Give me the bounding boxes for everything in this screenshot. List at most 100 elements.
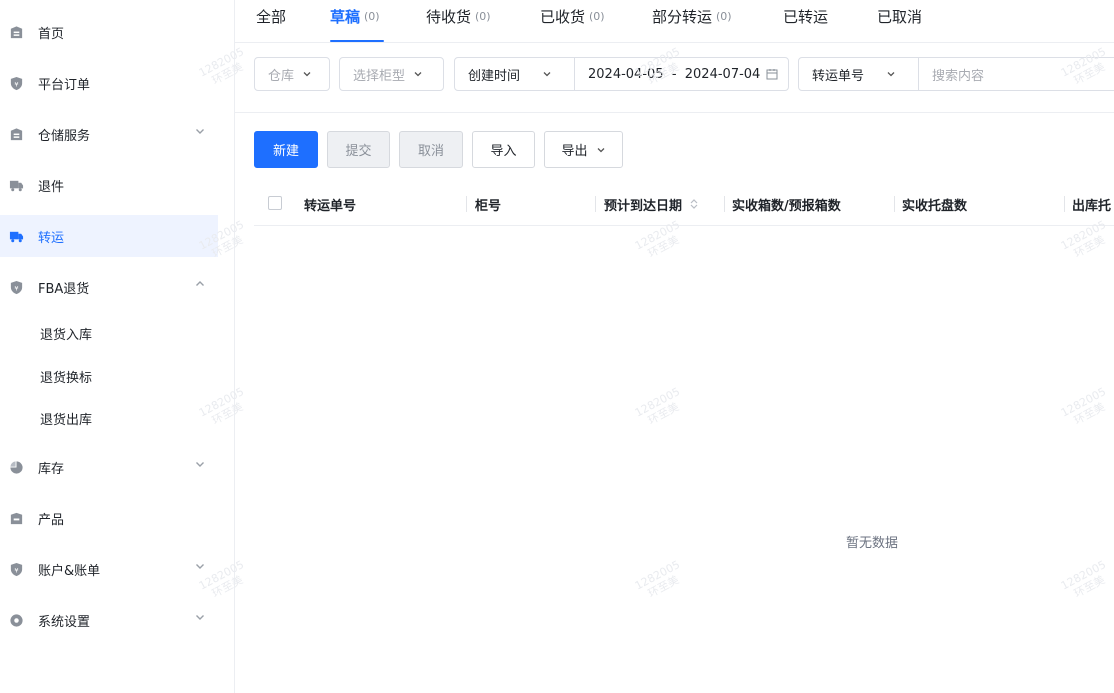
- column-header-box-count[interactable]: 实收箱数/预报箱数: [732, 183, 841, 225]
- calendar-icon: [766, 68, 778, 80]
- search-input[interactable]: 搜索内容: [919, 58, 984, 90]
- tab-label: 草稿: [330, 8, 361, 26]
- search-filter-group: 转运单号 搜索内容: [798, 57, 1114, 91]
- export-button[interactable]: 导出: [544, 131, 623, 168]
- sidebar-item-label: 转运: [38, 230, 65, 246]
- box-icon: [8, 510, 24, 526]
- tab-partially-transferred[interactable]: 部分转运 (0): [652, 0, 732, 42]
- date-filter-group: 创建时间 2024-04-05 - 2024-07-04: [454, 57, 789, 91]
- sidebar-item-warehouse-service[interactable]: 仓储服务: [0, 113, 218, 155]
- column-header-pallet-count[interactable]: 实收托盘数: [902, 183, 967, 225]
- column-header-cabinet-no[interactable]: 柜号: [475, 183, 501, 225]
- empty-state-text: 暂无数据: [846, 536, 899, 551]
- sidebar-item-label: FBA退货: [38, 281, 90, 297]
- sidebar-subitem-return-outbound[interactable]: 退货出库: [40, 401, 210, 435]
- sidebar-item-label: 账户&账单: [38, 563, 101, 579]
- svg-text:¥: ¥: [14, 566, 18, 574]
- tab-transferred[interactable]: 已转运: [783, 0, 828, 42]
- date-type-value: 创建时间: [468, 68, 521, 84]
- shield-icon: ¥: [8, 279, 24, 295]
- import-button[interactable]: 导入: [472, 131, 535, 168]
- tab-label: 待收货: [426, 8, 472, 26]
- sidebar: 首页 ¥ 平台订单 仓储服务 退件 转运 ¥ FBA退货 退货入库 退货换标 退…: [0, 0, 235, 693]
- tab-draft[interactable]: 草稿 (0): [330, 0, 380, 42]
- sort-icon[interactable]: [690, 198, 698, 210]
- column-header-label: 预计到达日期: [604, 198, 683, 214]
- column-divider: [1064, 196, 1065, 212]
- sidebar-item-label: 首页: [38, 26, 65, 42]
- column-header-outbound-pallet[interactable]: 出库托: [1072, 183, 1111, 225]
- column-divider: [724, 196, 725, 212]
- chevron-down-icon: [194, 125, 208, 139]
- sidebar-subitem-return-relabel[interactable]: 退货换标: [40, 359, 210, 393]
- export-button-label: 导出: [561, 144, 588, 159]
- home-icon: [8, 24, 24, 40]
- column-header-transfer-no[interactable]: 转运单号: [304, 183, 356, 225]
- date-range-value: 2024-04-05 - 2024-07-04: [588, 66, 761, 82]
- truck-icon: [8, 177, 24, 193]
- tab-label: 已取消: [877, 8, 923, 26]
- sidebar-item-inventory[interactable]: 库存: [0, 446, 218, 488]
- chevron-up-icon: [194, 278, 208, 292]
- sidebar-item-label: 系统设置: [38, 614, 91, 630]
- status-tabs: 全部 草稿 (0) 待收货 (0) 已收货 (0) 部分转运 (0) 已转运 已…: [235, 0, 1114, 43]
- search-type-value: 转运单号: [812, 68, 865, 84]
- tab-count: (0): [716, 10, 732, 23]
- settings-icon: [8, 612, 24, 628]
- cabinet-type-placeholder: 选择柜型: [353, 68, 406, 84]
- column-divider: [595, 196, 596, 212]
- chevron-down-icon: [886, 69, 896, 79]
- search-type-select[interactable]: 转运单号: [799, 58, 919, 90]
- sidebar-item-fba-returns[interactable]: ¥ FBA退货: [0, 266, 218, 308]
- tab-cancelled[interactable]: 已取消: [877, 0, 922, 42]
- sidebar-item-account-billing[interactable]: ¥ 账户&账单: [0, 548, 218, 590]
- sidebar-item-label: 退件: [38, 179, 65, 195]
- column-header-eta[interactable]: 预计到达日期: [604, 183, 698, 225]
- sidebar-item-home[interactable]: 首页: [0, 11, 218, 53]
- warehouse-select[interactable]: 仓库: [254, 57, 330, 91]
- tab-count: (0): [364, 10, 380, 23]
- tab-label: 已转运: [783, 8, 829, 26]
- sidebar-subitem-return-inbound[interactable]: 退货入库: [40, 316, 210, 350]
- sidebar-item-returns[interactable]: 退件: [0, 164, 218, 206]
- tab-all[interactable]: 全部: [256, 0, 286, 42]
- home-icon: [8, 126, 24, 142]
- pie-chart-icon: [8, 459, 24, 475]
- date-range-picker[interactable]: 2024-04-05 - 2024-07-04: [575, 58, 778, 90]
- sidebar-item-label: 仓储服务: [38, 128, 91, 144]
- chevron-down-icon: [194, 611, 208, 625]
- warehouse-select-placeholder: 仓库: [268, 68, 295, 84]
- column-divider: [894, 196, 895, 212]
- tab-count: (0): [589, 10, 605, 23]
- sidebar-item-products[interactable]: 产品: [0, 497, 218, 539]
- sidebar-item-label: 平台订单: [38, 77, 91, 93]
- table-header: 转运单号 柜号 预计到达日期 实收箱数/预报箱数 实收托盘数 出库托: [254, 183, 1114, 226]
- sidebar-item-label: 产品: [38, 512, 65, 528]
- tab-pending-receipt[interactable]: 待收货 (0): [426, 0, 491, 42]
- tab-label: 全部: [256, 8, 287, 26]
- cabinet-type-select[interactable]: 选择柜型: [339, 57, 444, 91]
- chevron-down-icon: [194, 560, 208, 574]
- new-button[interactable]: 新建: [254, 131, 318, 168]
- tab-label: 部分转运: [652, 8, 713, 26]
- sidebar-item-label: 库存: [38, 461, 65, 477]
- chevron-down-icon: [302, 69, 312, 79]
- search-input-placeholder: 搜索内容: [932, 68, 985, 84]
- svg-text:¥: ¥: [14, 284, 18, 292]
- sidebar-item-platform-orders[interactable]: ¥ 平台订单: [0, 62, 218, 104]
- tab-received[interactable]: 已收货 (0): [540, 0, 605, 42]
- chevron-down-icon: [542, 69, 552, 79]
- select-all-checkbox[interactable]: [268, 196, 282, 210]
- table-body: [254, 226, 1114, 693]
- sidebar-item-transfer[interactable]: 转运: [0, 215, 218, 257]
- sidebar-item-system-settings[interactable]: 系统设置: [0, 599, 218, 641]
- date-type-select[interactable]: 创建时间: [455, 58, 575, 90]
- chevron-down-icon: [194, 458, 208, 472]
- chevron-down-icon: [413, 69, 423, 79]
- tab-label: 已收货: [540, 8, 586, 26]
- cancel-button[interactable]: 取消: [399, 131, 463, 168]
- submit-button[interactable]: 提交: [327, 131, 390, 168]
- tab-count: (0): [475, 10, 491, 23]
- shield-icon: ¥: [8, 75, 24, 91]
- app-root: 首页 ¥ 平台订单 仓储服务 退件 转运 ¥ FBA退货 退货入库 退货换标 退…: [0, 0, 1114, 693]
